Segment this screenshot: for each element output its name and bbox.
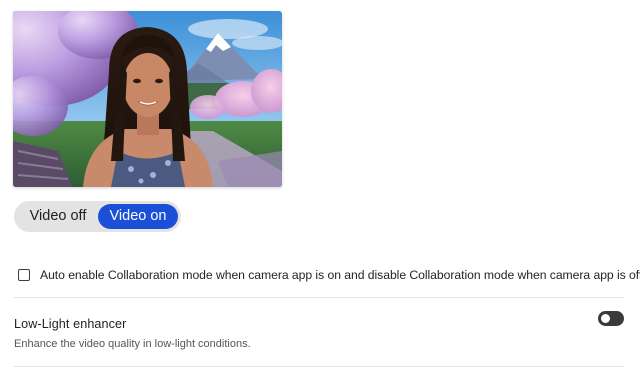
- camera-settings-page: Video off Video on Auto enable Collabora…: [0, 0, 640, 384]
- collaboration-mode-checkbox[interactable]: [18, 269, 30, 281]
- video-off-option[interactable]: Video off: [18, 204, 98, 229]
- collaboration-mode-row: Auto enable Collaboration mode when came…: [18, 267, 640, 283]
- video-on-option[interactable]: Video on: [98, 204, 178, 229]
- video-toggle: Video off Video on: [14, 201, 181, 232]
- low-light-title: Low-Light enhancer: [14, 317, 127, 331]
- low-light-description: Enhance the video quality in low-light c…: [14, 338, 251, 350]
- collaboration-mode-label: Auto enable Collaboration mode when came…: [40, 268, 640, 282]
- low-light-switch[interactable]: [598, 311, 624, 326]
- camera-preview: [13, 11, 282, 187]
- camera-preview-image: [13, 11, 282, 187]
- divider: [14, 297, 624, 298]
- switch-knob: [601, 314, 610, 323]
- divider: [14, 366, 624, 367]
